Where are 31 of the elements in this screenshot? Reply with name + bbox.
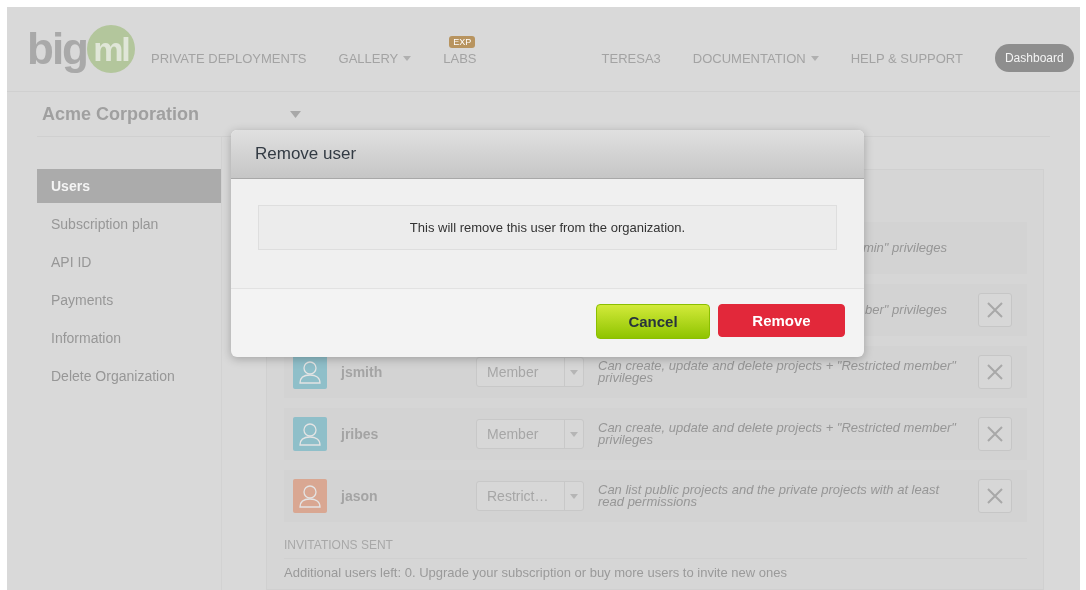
sidebar-item[interactable]: Subscription plan xyxy=(37,207,221,241)
role-description: Can create, update and delete projects + "Restricted member" privileges xyxy=(598,360,958,384)
sidebar-item[interactable]: API ID xyxy=(37,245,221,279)
remove-user-button[interactable] xyxy=(978,355,1012,389)
role-description: ber" privileges xyxy=(865,304,947,316)
remove-user-button[interactable] xyxy=(978,293,1012,327)
caret-icon xyxy=(570,431,578,437)
close-icon xyxy=(986,425,1004,443)
sidebar-item[interactable]: Information xyxy=(37,321,221,355)
dialog-title: Remove user xyxy=(255,144,357,164)
dashboard-button[interactable]: Dashboard xyxy=(994,44,1074,72)
sidebar-item[interactable]: Users xyxy=(37,169,221,203)
role-description: Can list public projects and the private projects with at least read permissions xyxy=(598,484,941,508)
dialog-message: This will remove this user from the organization. xyxy=(258,205,837,250)
sidebar-item[interactable]: Delete Organization xyxy=(37,359,221,393)
cancel-button[interactable]: Cancel xyxy=(596,304,710,339)
remove-button[interactable]: Remove xyxy=(718,304,845,337)
close-icon xyxy=(986,301,1004,319)
role-description: Can create, update and delete projects + "Restricted member" privileges xyxy=(598,422,958,446)
organization-dropdown-icon[interactable] xyxy=(290,110,301,118)
close-icon xyxy=(986,363,1004,381)
caret-icon xyxy=(570,369,578,375)
remove-user-button[interactable] xyxy=(978,479,1012,513)
remove-user-button[interactable] xyxy=(978,417,1012,451)
invitations-note: Additional users left: 0. Upgrade your subscription or buy more users to invite new ones xyxy=(284,565,788,580)
close-icon xyxy=(986,487,1004,505)
role-description: min" privileges xyxy=(862,242,947,254)
exp-badge: EXP xyxy=(449,35,476,48)
sidebar-item[interactable]: Payments xyxy=(37,283,221,317)
caret-icon xyxy=(570,493,578,499)
organization-name: Acme Corporation xyxy=(41,103,201,125)
